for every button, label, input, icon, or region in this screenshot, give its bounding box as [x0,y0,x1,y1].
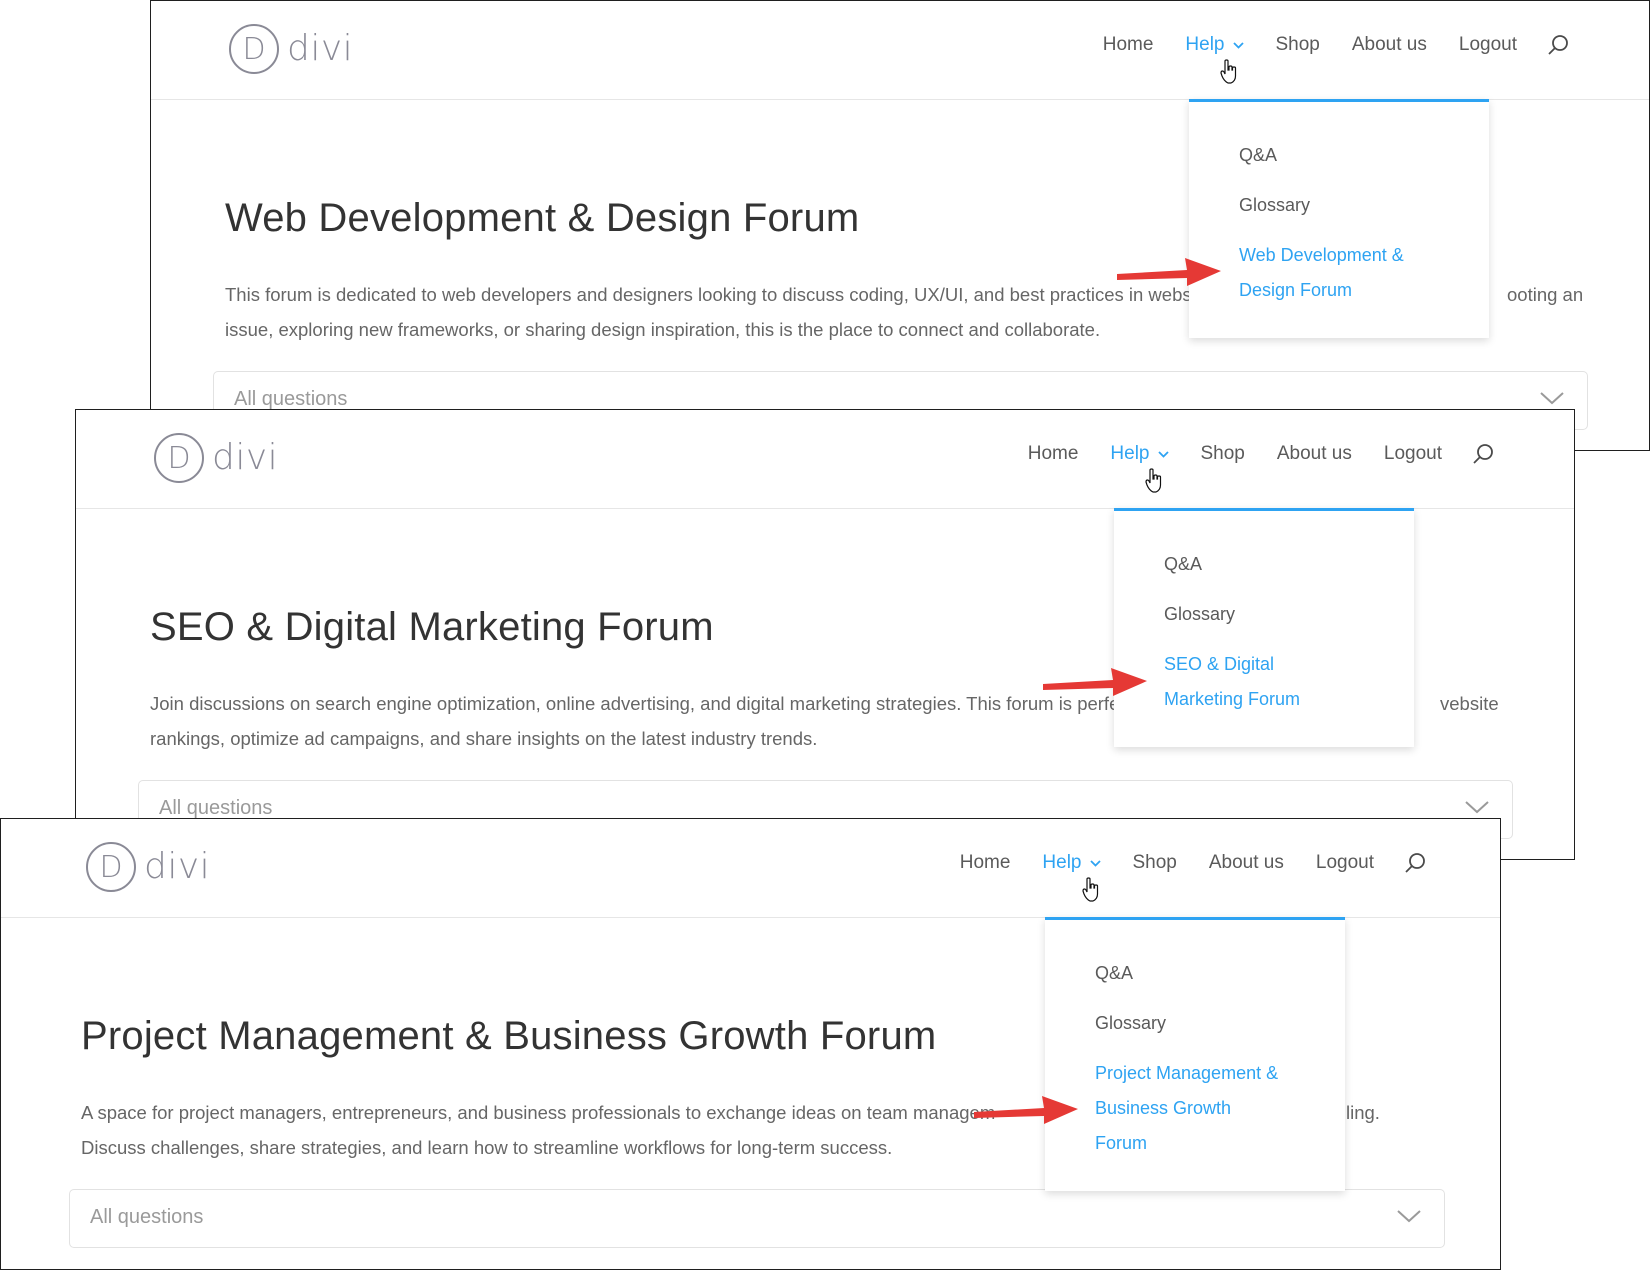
nav-help[interactable]: Help [1110,443,1169,465]
chevron-down-icon [1089,859,1101,867]
page-title: SEO & Digital Marketing Forum [150,605,714,649]
hand-cursor-icon [1220,59,1237,84]
dropdown-item-qa[interactable]: Q&A [1239,138,1489,173]
dropdown-item-qa[interactable]: Q&A [1095,956,1345,991]
screenshot-panel-project-mgmt: D divi Home Help Shop About us Logout Pr… [0,818,1501,1270]
red-arrow-icon [974,1096,1078,1124]
red-arrow-icon [1117,258,1221,286]
red-arrow-icon [1043,668,1147,696]
nav-about[interactable]: About us [1277,443,1352,465]
nav-about[interactable]: About us [1209,852,1284,874]
select-value: All questions [159,797,273,819]
hand-cursor-icon [1145,468,1162,493]
site-header: D divi Home Help Shop About us Logout [151,1,1649,100]
nav-help-label: Help [1185,34,1225,55]
main-nav: Home Help Shop About us Logout [996,443,1494,465]
dropdown-item-forum[interactable]: Web Development & Design Forum [1239,238,1489,308]
nav-logout[interactable]: Logout [1459,34,1517,56]
nav-home[interactable]: Home [1103,34,1154,56]
dropdown-item-forum[interactable]: SEO & Digital Marketing Forum [1164,647,1414,717]
screenshot-panel-web-dev: D divi Home Help Shop About us Logout We… [150,0,1650,451]
search-icon[interactable] [1404,852,1426,874]
select-value: All questions [90,1206,204,1228]
site-header: D divi Home Help Shop About us Logout [76,410,1574,509]
chevron-down-icon [1232,41,1244,49]
nav-logout[interactable]: Logout [1316,852,1374,874]
help-dropdown-menu: Q&A Glossary SEO & Digital Marketing For… [1114,508,1414,747]
nav-help[interactable]: Help [1185,34,1244,56]
main-nav: Home Help Shop About us Logout [928,852,1426,874]
logo-mark: D [154,433,204,483]
nav-help-label: Help [1110,443,1150,464]
questions-select[interactable]: All questions [69,1189,1445,1248]
nav-help[interactable]: Help [1042,852,1101,874]
nav-shop[interactable]: Shop [1201,443,1245,465]
divi-logo[interactable]: D divi [154,433,278,483]
page-title: Web Development & Design Forum [225,196,860,240]
dropdown-item-glossary[interactable]: Glossary [1164,597,1414,632]
nav-logout[interactable]: Logout [1384,443,1442,465]
dropdown-item-forum[interactable]: Project Management & Business Growth For… [1095,1056,1345,1161]
chevron-down-icon [1465,801,1489,814]
nav-shop[interactable]: Shop [1276,34,1320,56]
logo-wordmark: divi [212,437,279,478]
site-header: D divi Home Help Shop About us Logout [1,819,1500,918]
chevron-down-icon [1397,1210,1421,1223]
search-icon[interactable] [1472,443,1494,465]
nav-help-label: Help [1042,852,1082,873]
divi-logo[interactable]: D divi [86,842,210,892]
hand-cursor-icon [1082,877,1099,902]
dropdown-item-qa[interactable]: Q&A [1164,547,1414,582]
logo-mark: D [229,24,279,74]
screenshot-panel-seo: D divi Home Help Shop About us Logout SE… [75,409,1575,860]
nav-about[interactable]: About us [1352,34,1427,56]
nav-home[interactable]: Home [1028,443,1079,465]
help-dropdown-menu: Q&A Glossary Web Development & Design Fo… [1189,99,1489,338]
dropdown-item-glossary[interactable]: Glossary [1095,1006,1345,1041]
nav-home[interactable]: Home [960,852,1011,874]
chevron-down-icon [1540,392,1564,405]
logo-wordmark: divi [287,28,354,69]
divi-logo[interactable]: D divi [229,24,353,74]
page-title: Project Management & Business Growth For… [81,1014,937,1058]
help-dropdown-menu: Q&A Glossary Project Management & Busine… [1045,917,1345,1191]
logo-mark: D [86,842,136,892]
select-value: All questions [234,388,348,410]
main-nav: Home Help Shop About us Logout [1071,34,1569,56]
chevron-down-icon [1157,450,1169,458]
nav-shop[interactable]: Shop [1133,852,1177,874]
logo-wordmark: divi [144,846,211,887]
dropdown-item-glossary[interactable]: Glossary [1239,188,1489,223]
search-icon[interactable] [1547,34,1569,56]
